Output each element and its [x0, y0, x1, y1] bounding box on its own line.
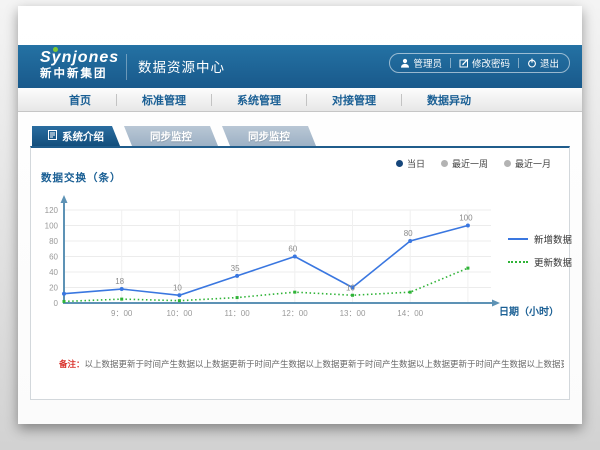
nav-item-home[interactable]: 首页 [44, 92, 116, 108]
solid-line-icon [508, 238, 528, 240]
footnote-text: 以上数据更新于时间产生数据以上数据更新于时间产生数据以上数据更新于时间产生数据以… [85, 359, 564, 369]
nav-item-interface-mgmt[interactable]: 对接管理 [307, 92, 401, 108]
nav-item-data-change[interactable]: 数据异动 [402, 92, 496, 108]
logo-text-en: Synjones [40, 49, 119, 67]
form-icon [48, 130, 57, 143]
app-header: Synjones 新中新集团 数据资源中心 管理员 修改密码 [18, 45, 582, 88]
svg-text:10: 10 [173, 283, 182, 292]
page-card: Synjones 新中新集团 数据资源中心 管理员 修改密码 [18, 6, 582, 424]
tab-label: 同步监控 [248, 129, 290, 144]
svg-text:35: 35 [231, 264, 240, 273]
tab-label: 系统介绍 [62, 129, 104, 144]
logo-leaf-icon [53, 47, 58, 52]
range-selector: 当日 最近一周 最近一月 [396, 157, 551, 170]
y-axis-title: 数据交换（条） [41, 170, 122, 185]
svg-text:12：00: 12：00 [282, 309, 308, 318]
svg-text:11：00: 11：00 [224, 309, 250, 318]
footnote-prefix: 备注： [59, 359, 85, 369]
radio-unselected-icon [441, 160, 448, 167]
radio-label: 最近一月 [515, 157, 551, 170]
logout-button[interactable]: 退出 [527, 56, 559, 70]
company-logo: Synjones 新中新集团 [40, 49, 119, 81]
dotted-line-icon [508, 261, 528, 263]
radio-label: 最近一周 [452, 157, 488, 170]
footnote: 备注：以上数据更新于时间产生数据以上数据更新于时间产生数据以上数据更新于时间产生… [59, 358, 564, 370]
svg-text:13：00: 13：00 [340, 309, 366, 318]
svg-text:9：00: 9：00 [111, 309, 133, 318]
tab-sync-monitor-1[interactable]: 同步监控 [124, 126, 218, 146]
legend-label: 新增数据 [534, 232, 572, 246]
user-menu-button[interactable]: 管理员 [400, 56, 442, 70]
svg-text:60: 60 [288, 245, 297, 254]
pill-separator [518, 58, 519, 68]
nav-item-standard-mgmt[interactable]: 标准管理 [117, 92, 211, 108]
user-toolbar: 管理员 修改密码 退出 [389, 53, 570, 73]
svg-text:80: 80 [404, 229, 413, 238]
svg-text:80: 80 [49, 237, 58, 246]
chart-panel: 当日 最近一周 最近一月 数据交换（条） 0 20 40 60 80 100 120 9：00… [30, 146, 570, 400]
svg-text:18: 18 [115, 277, 124, 286]
change-password-button[interactable]: 修改密码 [459, 56, 510, 70]
x-axis-title: 日期（小时） [499, 303, 559, 318]
svg-text:20: 20 [49, 284, 58, 293]
radio-unselected-icon [504, 160, 511, 167]
radio-last-week[interactable]: 最近一周 [441, 157, 488, 170]
change-password-label: 修改密码 [472, 56, 510, 70]
nav-item-system-mgmt[interactable]: 系统管理 [212, 92, 306, 108]
svg-text:60: 60 [49, 253, 58, 262]
logo-text-cn: 新中新集团 [40, 67, 119, 81]
screen: Synjones 新中新集团 数据资源中心 管理员 修改密码 [0, 0, 600, 450]
line-chart: 0 20 40 60 80 100 120 9：00 10：00 11：00 12：00 13：00 1… [31, 192, 531, 328]
legend-item-updated-data[interactable]: 更新数据 [508, 255, 572, 269]
header-divider [126, 54, 127, 80]
svg-text:14：00: 14：00 [397, 309, 423, 318]
radio-selected-icon [396, 160, 403, 167]
app-title: 数据资源中心 [138, 45, 225, 88]
svg-text:100: 100 [45, 222, 59, 231]
tab-label: 同步监控 [150, 129, 192, 144]
svg-text:40: 40 [49, 268, 58, 277]
legend-item-new-data[interactable]: 新增数据 [508, 232, 572, 246]
radio-last-month[interactable]: 最近一月 [504, 157, 551, 170]
svg-text:10: 10 [346, 283, 355, 292]
tab-bar: 系统介绍 同步监控 同步监控 [32, 126, 316, 146]
svg-text:10：00: 10：00 [167, 309, 193, 318]
radio-label: 当日 [407, 157, 425, 170]
power-icon [527, 58, 537, 68]
svg-text:0: 0 [54, 299, 59, 308]
edit-icon [459, 58, 469, 68]
series-legend: 新增数据 更新数据 [508, 232, 572, 269]
tab-system-intro[interactable]: 系统介绍 [32, 126, 120, 146]
user-label: 管理员 [413, 56, 442, 70]
radio-today[interactable]: 当日 [396, 157, 425, 170]
svg-text:100: 100 [459, 214, 473, 223]
legend-label: 更新数据 [534, 255, 572, 269]
svg-text:120: 120 [45, 206, 59, 215]
user-icon [400, 58, 410, 68]
pill-separator [450, 58, 451, 68]
main-nav: 首页 标准管理 系统管理 对接管理 数据异动 [18, 88, 582, 112]
logout-label: 退出 [540, 56, 559, 70]
tab-sync-monitor-2[interactable]: 同步监控 [222, 126, 316, 146]
